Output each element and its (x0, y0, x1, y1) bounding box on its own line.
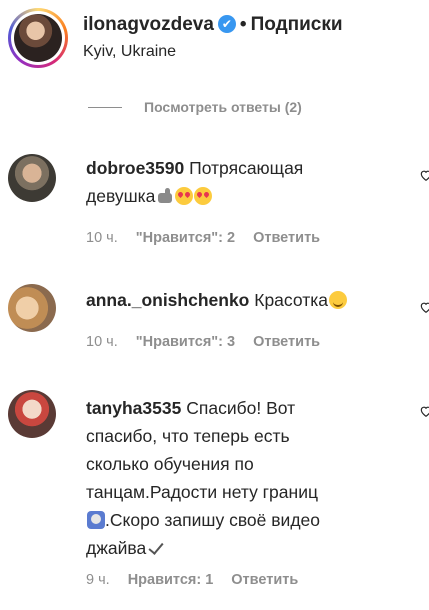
like-heart-icon[interactable] (419, 168, 429, 182)
replies-divider (88, 106, 122, 108)
reply-button[interactable]: Ответить (253, 334, 320, 350)
comment-meta: 9 ч. Нравится: 1 Ответить (86, 572, 298, 588)
profile-avatar[interactable] (8, 8, 68, 68)
reply-button[interactable]: Ответить (253, 230, 320, 246)
scream-icon (87, 511, 105, 529)
smile-icon (329, 291, 347, 309)
comment-text: tanyha3535 Спасибо! Вот спасибо, что теп… (86, 394, 396, 562)
avatar[interactable] (8, 154, 56, 202)
comment-item: anna._onishchenko Красотка 10 ч. "Нравит… (0, 282, 429, 362)
comment-username[interactable]: tanyha3535 (86, 398, 181, 418)
comment-time[interactable]: 10 ч. (86, 334, 118, 350)
heart-eyes-icon (175, 187, 194, 205)
comment-body: танцам.Радости нету границ (86, 482, 318, 502)
comment-text: anna._onishchenko Красотка (86, 286, 386, 314)
view-replies-label: Посмотреть ответы (2) (144, 99, 302, 115)
comment-time[interactable]: 9 ч. (86, 572, 110, 588)
comment-text: dobroe3590 Потрясающая девушка (86, 154, 386, 210)
location-link[interactable]: Kyiv, Ukraine (83, 43, 176, 61)
comment-meta: 10 ч. "Нравится": 2 Ответить (86, 230, 320, 246)
comment-meta: 10 ч. "Нравится": 3 Ответить (86, 334, 320, 350)
comment-likes[interactable]: Нравится: 1 (128, 572, 214, 588)
verified-badge-icon: ✔ (217, 15, 236, 33)
comment-username[interactable]: dobroe3590 (86, 158, 184, 178)
like-heart-icon[interactable] (419, 300, 429, 314)
comment-time[interactable]: 10 ч. (86, 230, 118, 246)
header-title-line: ilonagvozdeva ✔ • Подписки (83, 14, 343, 36)
reply-button[interactable]: Ответить (231, 572, 298, 588)
check-icon (147, 539, 165, 557)
comment-body: Спасибо! Вот (186, 398, 296, 418)
comment-body: Потрясающая (189, 158, 304, 178)
comment-likes[interactable]: "Нравится": 2 (136, 230, 235, 246)
following-button[interactable]: Подписки (251, 14, 343, 35)
avatar-photo (14, 14, 62, 62)
avatar[interactable] (8, 284, 56, 332)
comment-body: джайва (86, 538, 147, 558)
separator-dot: • (239, 14, 247, 35)
post-header: ilonagvozdeva ✔ • Подписки Kyiv, Ukraine (0, 0, 429, 84)
like-heart-icon[interactable] (419, 404, 429, 418)
comment-body: сколько обучения по (86, 454, 254, 474)
profile-username[interactable]: ilonagvozdeva (83, 14, 214, 35)
comment-username[interactable]: anna._onishchenko (86, 290, 249, 310)
comment-likes[interactable]: "Нравится": 3 (136, 334, 235, 350)
thumb-icon (156, 187, 174, 205)
view-replies-button[interactable]: Посмотреть ответы (2) (88, 97, 302, 117)
avatar[interactable] (8, 390, 56, 438)
comment-body: спасибо, что теперь есть (86, 426, 290, 446)
comment-body: .Скоро запишу своё видео (105, 510, 320, 530)
comment-body: девушка (86, 186, 156, 206)
comment-body: Красотка (254, 290, 328, 310)
heart-eyes-icon (194, 187, 213, 205)
comment-item: tanyha3535 Спасибо! Вот спасибо, что теп… (0, 390, 429, 600)
comment-item: dobroe3590 Потрясающая девушка 10 ч. "Нр… (0, 150, 429, 260)
